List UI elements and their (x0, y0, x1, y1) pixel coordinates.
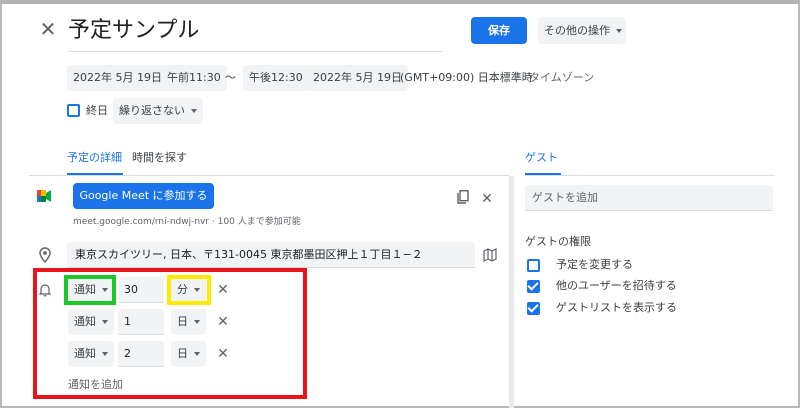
more-actions-button[interactable]: その他の操作 (538, 17, 626, 44)
end-time-chip[interactable]: 午後12:30 (243, 65, 309, 91)
permission-checkbox-invite[interactable] (527, 280, 540, 293)
location-input[interactable]: 東京スカイツリー, 日本、〒131-0045 東京都墨田区押上１丁目１−２ (67, 242, 475, 268)
close-icon[interactable]: ✕ (38, 18, 58, 40)
time-separator: 〜 (225, 71, 236, 84)
event-title-input[interactable]: 予定サンプル (68, 16, 442, 52)
permission-checkbox-modify[interactable] (527, 259, 540, 272)
all-day-checkbox[interactable] (67, 104, 80, 117)
highlight-box-notification-type (64, 275, 116, 305)
copy-icon[interactable] (454, 189, 472, 208)
highlight-box-notification-unit (167, 275, 211, 305)
tab-guests[interactable]: ゲスト (525, 145, 558, 171)
chevron-down-icon (191, 109, 197, 113)
guest-tabs-divider (525, 175, 775, 176)
timezone-link[interactable]: タイムゾーン (529, 65, 594, 91)
add-guest-input[interactable]: ゲストを追加 (525, 185, 773, 211)
permission-checkbox-see-list[interactable] (527, 302, 540, 315)
repeat-select-label: 繰り返さない (119, 104, 185, 117)
permission-label: ゲストリストを表示する (556, 301, 677, 314)
map-icon[interactable] (483, 248, 497, 262)
join-google-meet-button[interactable]: Google Meet に参加する (73, 183, 214, 209)
start-time-chip[interactable]: 午前11:30 (161, 65, 227, 91)
google-meet-icon (37, 190, 51, 202)
end-date-chip[interactable]: 2022年 5月 19日 (307, 65, 408, 91)
start-date-chip[interactable]: 2022年 5月 19日 (67, 65, 168, 91)
repeat-select[interactable]: 繰り返さない (113, 98, 203, 124)
all-day-label: 終日 (86, 104, 108, 117)
remove-meet-icon[interactable]: ✕ (478, 190, 496, 208)
scrollbar[interactable] (509, 176, 514, 408)
tab-event-details[interactable]: 予定の詳細 (67, 145, 122, 171)
tab-find-time[interactable]: 時間を探す (132, 145, 187, 171)
meet-url-text: meet.google.com/rni-ndwj-nvr · 100 人まで参加… (73, 217, 301, 227)
save-button[interactable]: 保存 (471, 17, 527, 44)
location-pin-icon (39, 247, 51, 264)
more-actions-label: その他の操作 (544, 24, 610, 37)
chevron-down-icon (616, 29, 622, 33)
tabs-divider (29, 175, 509, 176)
timezone-value: (GMT+09:00) 日本標準時 (400, 71, 533, 84)
